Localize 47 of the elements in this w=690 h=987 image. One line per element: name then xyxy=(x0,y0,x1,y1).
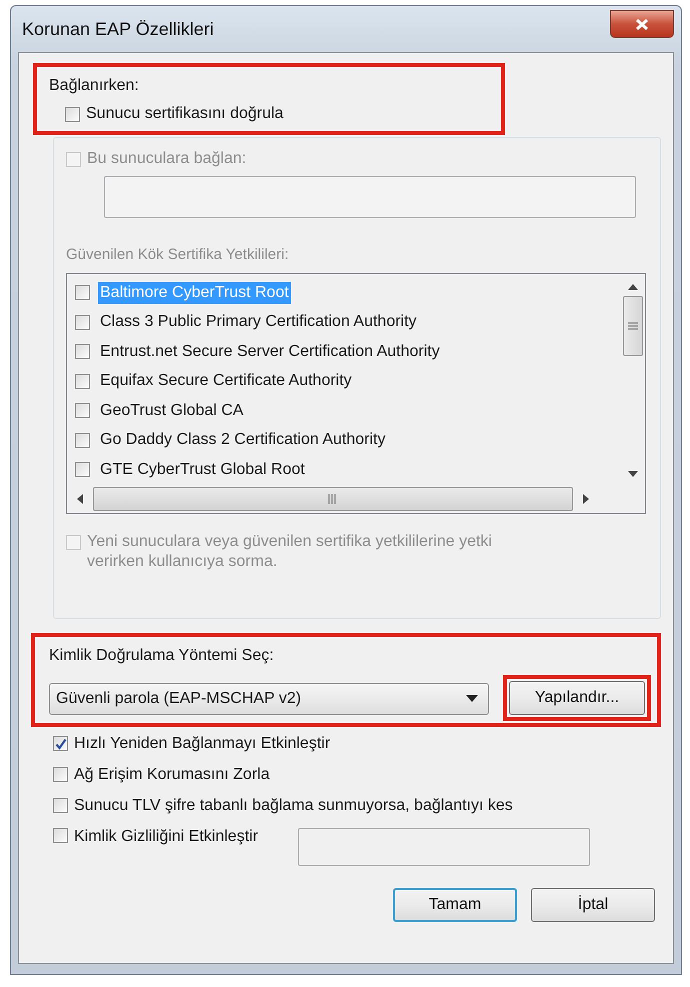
window-title: Korunan EAP Özellikleri xyxy=(21,18,214,40)
list-item[interactable]: Class 3 Public Primary Certification Authority xyxy=(98,311,419,334)
checkbox-label: Bu sunuculara bağlan: xyxy=(87,150,246,168)
identity-field[interactable] xyxy=(298,828,590,866)
close-icon xyxy=(635,18,649,30)
grip-icon xyxy=(628,322,638,330)
list-label: Güvenilen Kök Sertifika Yetkilileri: xyxy=(66,245,290,265)
list-item[interactable]: Entrust.net Secure Server Certification Authority xyxy=(98,340,442,363)
list-item[interactable]: GeoTrust Global CA xyxy=(98,400,246,422)
down-arrow-icon xyxy=(628,470,638,476)
checkbox-label: Kimlik Gizliliğini Etkinleştir xyxy=(74,828,258,846)
checkbox[interactable] xyxy=(75,403,90,418)
checkbox-label: Sunucu TLV şifre tabanlı bağlama sunmuyorsa, bağlantıyı kes xyxy=(74,796,513,814)
checkbox[interactable] xyxy=(75,432,90,448)
grip-icon xyxy=(328,494,338,504)
list-item[interactable]: GTE CyberTrust Global Root xyxy=(98,458,307,481)
checkbox[interactable] xyxy=(75,462,90,478)
method-dropdown[interactable]: Güvenli parola (EAP-MSCHAP v2) xyxy=(49,682,489,714)
checkbox[interactable] xyxy=(75,344,90,360)
checkbox[interactable] xyxy=(53,828,68,842)
section-label: Kimlik Doğrulama Yöntemi Seç: xyxy=(49,646,275,666)
list-item[interactable]: Go Daddy Class 2 Certification Authority xyxy=(98,429,388,452)
checkbox[interactable] xyxy=(53,736,68,751)
scroll-thumb[interactable] xyxy=(623,296,643,356)
up-arrow-icon xyxy=(628,284,638,290)
checkbox[interactable] xyxy=(65,106,80,122)
servers-field[interactable] xyxy=(104,176,636,218)
close-button[interactable] xyxy=(610,10,674,38)
section-label: Bağlanırken: xyxy=(49,76,140,96)
left-arrow-icon xyxy=(77,494,83,504)
cancel-button[interactable]: İptal xyxy=(531,888,655,922)
checkbox[interactable] xyxy=(75,314,90,330)
configure-button[interactable]: Yapılandır... xyxy=(509,680,645,714)
scroll-thumb[interactable] xyxy=(93,486,573,510)
right-arrow-icon xyxy=(583,494,589,504)
checkbox[interactable] xyxy=(53,767,68,782)
checkbox[interactable] xyxy=(75,374,90,389)
checkmark-icon xyxy=(54,738,66,750)
dropdown-arrow-icon xyxy=(466,695,478,702)
checkbox[interactable] xyxy=(75,285,90,300)
checkbox-label: Yeni sunuculara veya güvenilen sertifika yetkililerine yetki verirken kullanıcıya sorma. xyxy=(87,532,493,572)
checkbox-label: Ağ Erişim Korumasını Zorla xyxy=(74,766,270,784)
ok-button[interactable]: Tamam xyxy=(393,888,517,922)
checkbox-label: Sunucu sertifikasını doğrula xyxy=(86,105,284,123)
checkbox[interactable] xyxy=(53,798,68,813)
list-item[interactable]: Equifax Secure Certificate Authority xyxy=(98,370,354,392)
checkbox-label: Hızlı Yeniden Bağlanmayı Etkinleştir xyxy=(74,734,330,752)
